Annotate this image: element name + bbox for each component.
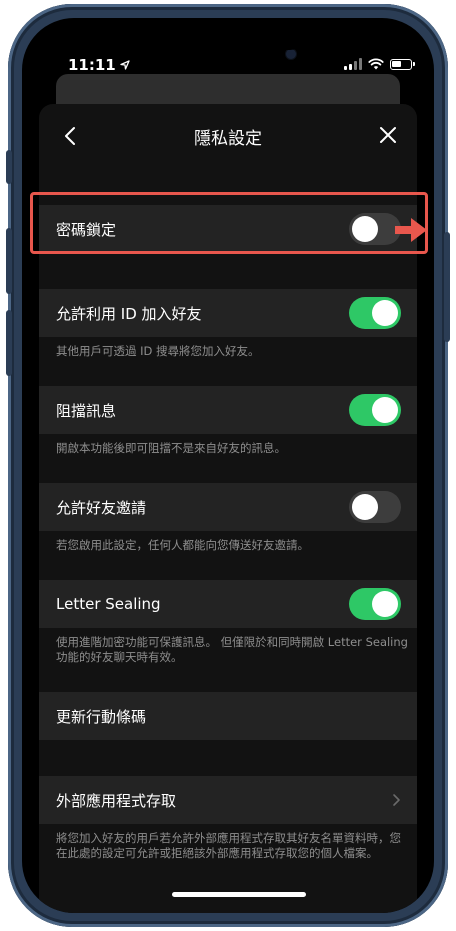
update-qr-code-label: 更新行動條碼 [56, 707, 147, 726]
volume-up-button [6, 228, 12, 294]
header: 隱私設定 [39, 104, 417, 168]
friend-invites-description: 若您啟用此設定，任何人都能向您傳送好友邀請。 [56, 538, 309, 552]
friend-invites-row[interactable]: 允許好友邀請 [39, 483, 417, 531]
block-messages-description: 開啟本功能後即可阻擋不是來自好友的訊息。 [56, 441, 286, 455]
power-button [444, 232, 450, 342]
letter-sealing-toggle[interactable] [349, 588, 401, 620]
update-qr-code-row[interactable]: 更新行動條碼 [39, 692, 417, 740]
allow-id-label: 允許利用 ID 加入好友 [56, 304, 202, 323]
annotation-arrow-icon [395, 218, 427, 242]
allow-id-description: 其他用戶可透過 ID 搜尋將您加入好友。 [56, 344, 260, 358]
wifi-icon [368, 58, 384, 70]
status-time-text: 11:11 [68, 56, 116, 74]
external-app-access-label: 外部應用程式存取 [56, 791, 177, 810]
letter-sealing-description: 使用進階加密功能可保護訊息。 但僅限於和同時開啟 Letter Sealing … [56, 635, 408, 664]
external-app-access-row[interactable]: 外部應用程式存取 [39, 776, 417, 824]
volume-down-button [6, 310, 12, 376]
screen: 11:11 隱私設定 密碼鎖定 允許利用 ID 加入好友 其他用戶可透過 ID … [22, 18, 434, 913]
location-arrow-icon [120, 60, 130, 70]
status-time: 11:11 [68, 56, 130, 74]
friend-invites-label: 允許好友邀請 [56, 498, 147, 517]
chevron-right-icon [393, 794, 400, 806]
status-icons [344, 58, 415, 70]
allow-id-row[interactable]: 允許利用 ID 加入好友 [39, 289, 417, 337]
external-app-access-description: 將您加入好友的用戶若允許外部應用程式存取其好友名單資料時，您在此處的設定可允許或… [56, 831, 401, 860]
notch [146, 18, 310, 50]
battery-icon [390, 58, 415, 70]
mute-switch [6, 150, 12, 184]
home-indicator [172, 892, 306, 897]
block-messages-toggle[interactable] [349, 394, 401, 426]
page-title: 隱私設定 [194, 129, 262, 149]
allow-id-toggle[interactable] [349, 297, 401, 329]
friend-invites-toggle[interactable] [349, 491, 401, 523]
letter-sealing-label: Letter Sealing [56, 595, 161, 613]
close-icon[interactable] [375, 122, 401, 148]
letter-sealing-row[interactable]: Letter Sealing [39, 580, 417, 628]
block-messages-row[interactable]: 阻擋訊息 [39, 386, 417, 434]
highlight-box [30, 192, 428, 254]
block-messages-label: 阻擋訊息 [56, 401, 117, 420]
signal-icon [344, 58, 362, 70]
